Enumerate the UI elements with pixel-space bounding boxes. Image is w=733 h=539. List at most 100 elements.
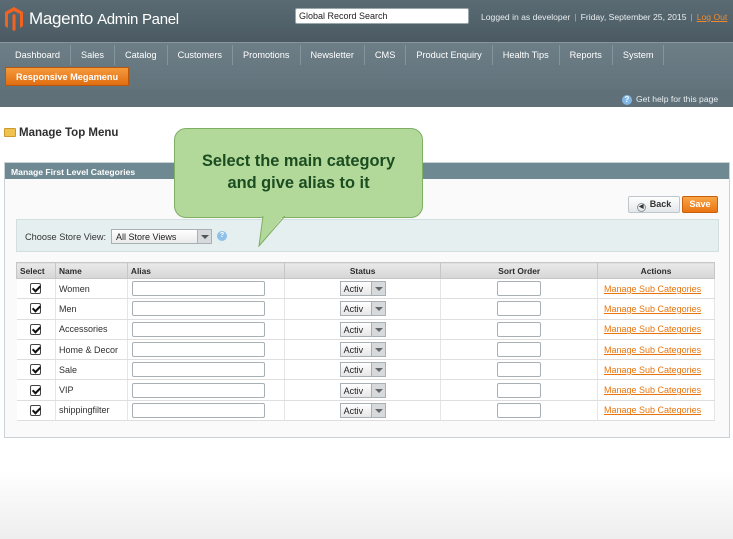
sort-order-input[interactable]	[497, 321, 542, 337]
select-checkbox[interactable]	[30, 384, 42, 396]
status-select[interactable]: Activ	[339, 281, 386, 297]
actions-cell: Manage Sub Categories	[597, 278, 715, 300]
manage-sub-categories-link[interactable]: Manage Sub Categories	[598, 304, 701, 314]
sort-order-cell	[440, 278, 599, 300]
sort-order-input[interactable]	[497, 281, 542, 297]
manage-sub-categories-link[interactable]: Manage Sub Categories	[598, 385, 701, 395]
brand-sub: Admin Panel	[97, 11, 179, 28]
folder-icon	[4, 128, 16, 137]
status-select[interactable]: Activ	[339, 301, 386, 317]
column-header-sort-order[interactable]: Sort Order	[440, 262, 599, 279]
store-view-select[interactable]: All Store Views	[111, 229, 212, 244]
manage-sub-categories-link[interactable]: Manage Sub Categories	[598, 365, 701, 375]
back-button[interactable]: ◀ Back	[628, 196, 680, 213]
status-cell: Activ	[284, 379, 442, 401]
chevron-down-icon	[370, 302, 385, 316]
nav-item-responsive-megamenu[interactable]: Responsive Megamenu	[5, 67, 130, 86]
select-checkbox[interactable]	[30, 404, 42, 416]
alias-input[interactable]	[131, 362, 265, 378]
category-name: shippingfilter	[55, 400, 128, 422]
save-button[interactable]: Save	[682, 196, 718, 213]
alias-input[interactable]	[131, 281, 265, 297]
global-search-input[interactable]	[295, 8, 469, 24]
status-select[interactable]: Activ	[339, 321, 386, 337]
select-cell	[16, 379, 56, 401]
callout-line-2: and give alias to it	[227, 174, 370, 192]
column-header-status[interactable]: Status	[283, 262, 442, 279]
select-checkbox[interactable]	[30, 323, 42, 335]
status-select[interactable]: Activ	[339, 342, 386, 358]
status-select[interactable]: Activ	[339, 362, 386, 378]
manage-sub-categories-link[interactable]: Manage Sub Categories	[598, 324, 701, 334]
alias-cell	[127, 298, 285, 320]
nav-item-health-tips[interactable]: Health Tips	[493, 45, 560, 65]
nav-item-customers[interactable]: Customers	[168, 45, 234, 65]
chevron-down-icon	[197, 230, 211, 243]
sort-order-input[interactable]	[497, 382, 542, 398]
select-checkbox[interactable]	[30, 364, 42, 376]
select-checkbox[interactable]	[30, 344, 42, 356]
status-value: Activ	[343, 385, 364, 396]
actions-cell: Manage Sub Categories	[597, 379, 715, 401]
status-cell: Activ	[284, 278, 442, 300]
status-value: Activ	[343, 284, 364, 295]
separator: |	[574, 12, 577, 22]
alias-input[interactable]	[131, 301, 265, 317]
table-row: Sale Activ Manage Sub Categories	[16, 359, 715, 381]
callout-line-1: Select the main category	[201, 152, 396, 170]
sort-order-input[interactable]	[497, 301, 542, 317]
sort-order-input[interactable]	[497, 402, 542, 418]
manage-sub-categories-link[interactable]: Manage Sub Categories	[598, 405, 701, 415]
column-header-name[interactable]: Name	[54, 262, 128, 279]
help-icon: ?	[622, 95, 632, 105]
table-row: Accessories Activ Manage Sub Categories	[16, 319, 715, 340]
alias-input[interactable]	[131, 402, 265, 418]
grid-header-row: Select Name Alias Status Sort Order Actions	[16, 262, 715, 279]
sort-order-cell	[440, 298, 599, 320]
nav-item-newsletter[interactable]: Newsletter	[301, 45, 365, 65]
status-value: Activ	[343, 345, 364, 356]
select-checkbox[interactable]	[30, 283, 42, 295]
nav-item-reports[interactable]: Reports	[560, 45, 613, 65]
back-label: Back	[649, 199, 672, 209]
status-select[interactable]: Activ	[339, 402, 386, 418]
nav-item-promotions[interactable]: Promotions	[233, 45, 301, 65]
column-header-select[interactable]: Select	[16, 262, 56, 279]
brand: Magento Admin Panel	[29, 9, 179, 29]
actions-cell: Manage Sub Categories	[597, 298, 715, 320]
nav-item-sales[interactable]: Sales	[71, 45, 115, 65]
nav-item-system[interactable]: System	[613, 45, 665, 65]
status-select[interactable]: Activ	[339, 382, 386, 398]
info-icon[interactable]: ?	[217, 231, 227, 241]
chevron-down-icon	[370, 343, 385, 357]
alias-input[interactable]	[131, 382, 265, 398]
column-header-actions[interactable]: Actions	[597, 262, 715, 279]
help-label: Get help for this page	[636, 94, 719, 104]
help-link[interactable]: ? Get help for this page	[622, 94, 718, 105]
logout-link[interactable]: Log Out	[697, 12, 728, 22]
sort-order-input[interactable]	[497, 342, 542, 358]
category-name: Home & Decor	[55, 339, 128, 361]
status-cell: Activ	[284, 319, 442, 340]
nav-item-catalog[interactable]: Catalog	[115, 45, 168, 65]
manage-sub-categories-link[interactable]: Manage Sub Categories	[598, 345, 701, 355]
alias-input[interactable]	[131, 342, 265, 358]
page-title-text: Manage Top Menu	[19, 127, 119, 139]
actions-cell: Manage Sub Categories	[597, 359, 715, 381]
page-title: Manage Top Menu	[4, 127, 118, 139]
nav-item-cms[interactable]: CMS	[365, 45, 407, 65]
alias-input[interactable]	[131, 321, 265, 337]
chevron-down-icon	[370, 383, 385, 397]
select-cell	[16, 400, 56, 422]
nav-item-dashboard[interactable]: Dashboard	[5, 45, 71, 65]
select-cell	[16, 278, 56, 300]
status-value: Activ	[343, 365, 364, 376]
callout-pointer-icon	[258, 214, 286, 248]
table-row: shippingfilter Activ Manage Sub Categories	[16, 400, 715, 422]
nav-item-product-enquiry[interactable]: Product Enquiry	[406, 45, 493, 65]
sort-order-input[interactable]	[497, 362, 542, 378]
column-header-alias[interactable]: Alias	[126, 262, 285, 279]
select-checkbox[interactable]	[30, 303, 42, 315]
manage-sub-categories-link[interactable]: Manage Sub Categories	[598, 284, 701, 294]
alias-cell	[127, 339, 285, 361]
